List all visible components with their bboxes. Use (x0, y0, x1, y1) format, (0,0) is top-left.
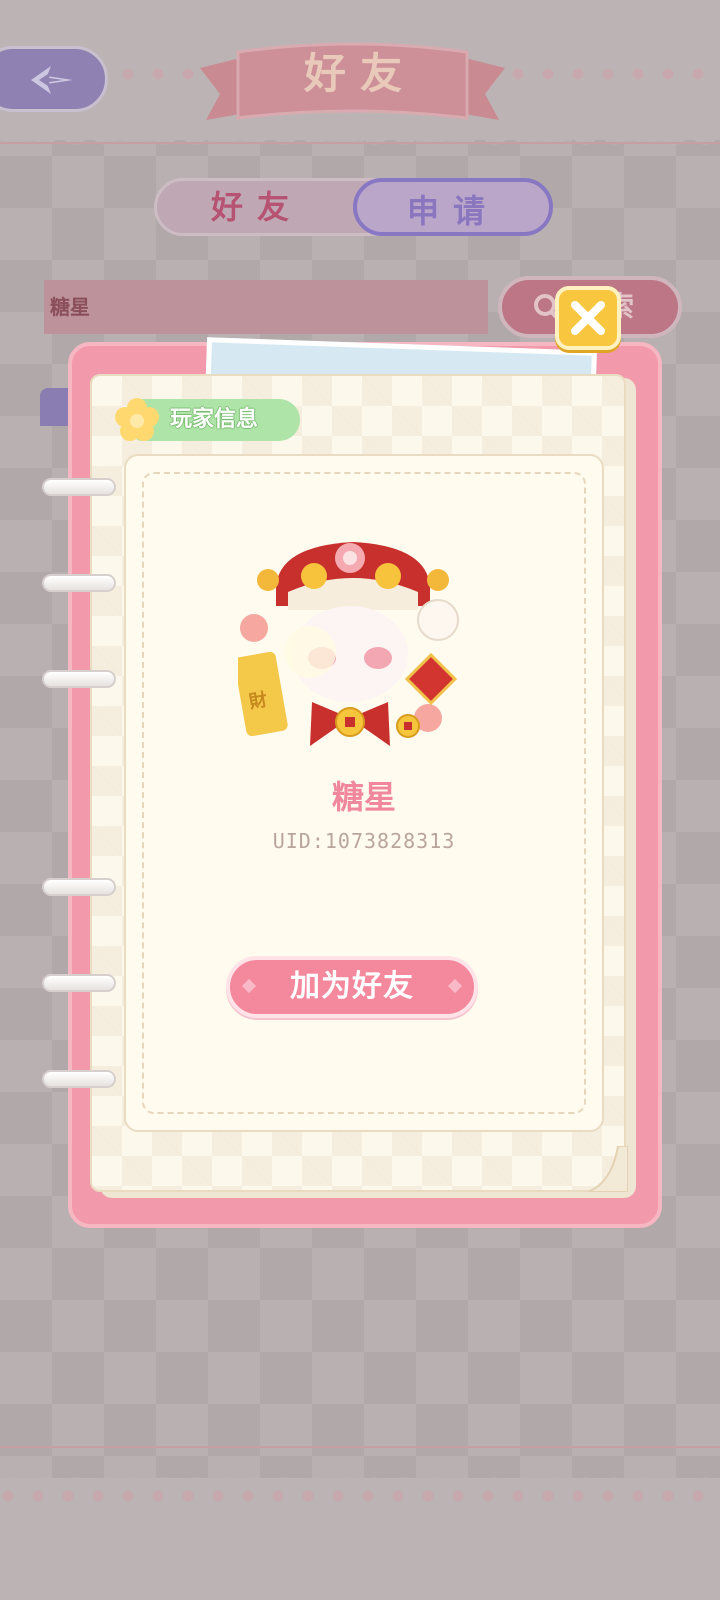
player-uid: UID:1073828313 (272, 829, 456, 853)
footer-heart-pattern (0, 1486, 720, 1506)
svg-text:財: 財 (247, 688, 269, 713)
page-curl-decoration (588, 1146, 628, 1192)
header-divider (0, 142, 720, 144)
header-scallop-trim (0, 130, 720, 152)
add-friend-button[interactable]: 加为好友 (226, 956, 478, 1018)
add-friend-label: 加为好友 (290, 969, 414, 1004)
binder-ring (42, 478, 116, 496)
binder-ring (42, 1070, 116, 1088)
page-title: 好友 (303, 49, 416, 98)
search-input[interactable]: 糖星 (44, 280, 488, 334)
player-avatar: 財 (238, 542, 459, 746)
tab-bar: 好友 申请 (154, 178, 553, 236)
binder-ring (42, 878, 116, 896)
tab-requests[interactable]: 申请 (353, 178, 553, 236)
binder-ring (42, 574, 116, 592)
binder-ring (42, 670, 116, 688)
section-tag: 玩家信息 (112, 396, 302, 444)
search-input-value: 糖星 (50, 295, 90, 319)
footer-divider (0, 1446, 720, 1448)
section-title: 玩家信息 (170, 407, 259, 432)
close-button[interactable] (555, 286, 621, 350)
player-name: 糖星 (331, 778, 396, 816)
close-icon (571, 301, 605, 335)
friends-screen: 好友 好友 申请 糖星 索 (0, 0, 720, 1600)
binder-ring (42, 974, 116, 992)
flower-icon (115, 398, 159, 441)
tab-friends[interactable]: 好友 (157, 178, 357, 236)
